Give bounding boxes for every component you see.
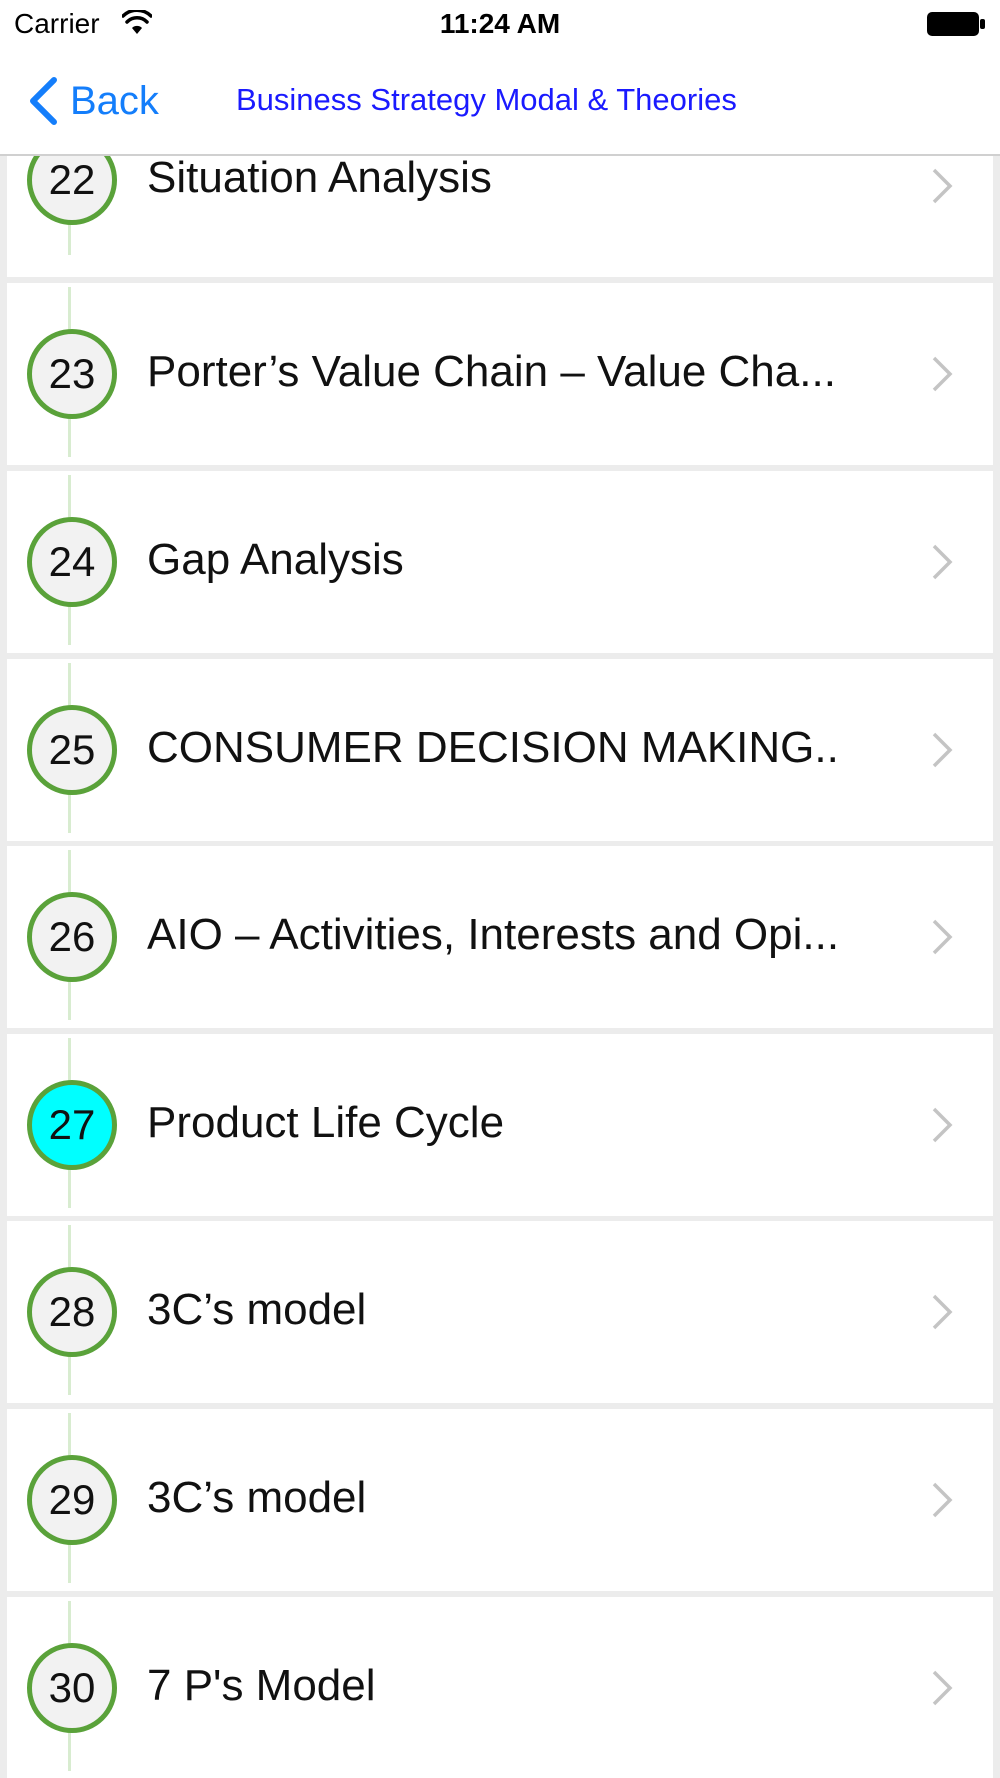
item-title: Gap Analysis (147, 535, 404, 584)
chevron-right-icon (932, 919, 953, 955)
number-badge: 29 (27, 1455, 117, 1545)
list-item[interactable]: 30 7 P's Model (7, 1597, 993, 1778)
list-item[interactable]: 26 AIO – Activities, Interests and Opi..… (7, 846, 993, 1028)
list-item[interactable]: 25 CONSUMER DECISION MAKING... (7, 659, 993, 841)
item-title: Product Life Cycle (147, 1098, 505, 1147)
chevron-right-icon (932, 1670, 953, 1706)
number-badge: 24 (27, 517, 117, 607)
navigation-bar: Back Business Strategy Modal & Theories (0, 48, 1000, 156)
chevron-right-icon (932, 1482, 953, 1518)
item-title: 3C’s model (147, 1473, 367, 1522)
chevron-right-icon (932, 544, 953, 580)
back-label: Back (70, 78, 159, 123)
status-bar: Carrier 11:24 AM (0, 0, 1000, 48)
list-item[interactable]: 27 Product Life Cycle (7, 1034, 993, 1216)
chevron-right-icon (932, 1107, 953, 1143)
item-title: Situation Analysis (147, 153, 492, 202)
number-badge: 30 (27, 1643, 117, 1733)
number-badge-active: 27 (27, 1080, 117, 1170)
list-item[interactable]: 28 3C’s model (7, 1221, 993, 1403)
list-item[interactable]: 29 3C’s model (7, 1409, 993, 1591)
list-item[interactable]: 24 Gap Analysis (7, 471, 993, 653)
number-badge: 26 (27, 892, 117, 982)
chevron-left-icon (30, 77, 57, 125)
chevron-right-icon (932, 168, 953, 204)
item-title: CONSUMER DECISION MAKING... (147, 723, 837, 772)
item-title: 7 P's Model (147, 1661, 376, 1710)
page-title: Business Strategy Modal & Theories (236, 82, 737, 117)
item-title: AIO – Activities, Interests and Opi... (147, 910, 837, 959)
chevron-right-icon (932, 356, 953, 392)
item-title: Porter’s Value Chain – Value Cha... (147, 347, 836, 396)
chevron-right-icon (932, 1294, 953, 1330)
battery-icon (927, 12, 985, 36)
screen: 22 Situation Analysis 23 Porter’s Value … (0, 0, 1000, 1778)
number-badge: 23 (27, 329, 117, 419)
number-badge: 28 (27, 1267, 117, 1357)
chevron-right-icon (932, 732, 953, 768)
status-time: 11:24 AM (439, 8, 561, 39)
number-badge: 25 (27, 705, 117, 795)
item-title: 3C’s model (147, 1285, 367, 1334)
list-item[interactable]: 23 Porter’s Value Chain – Value Cha... (7, 283, 993, 465)
back-button[interactable]: Back (26, 76, 159, 126)
